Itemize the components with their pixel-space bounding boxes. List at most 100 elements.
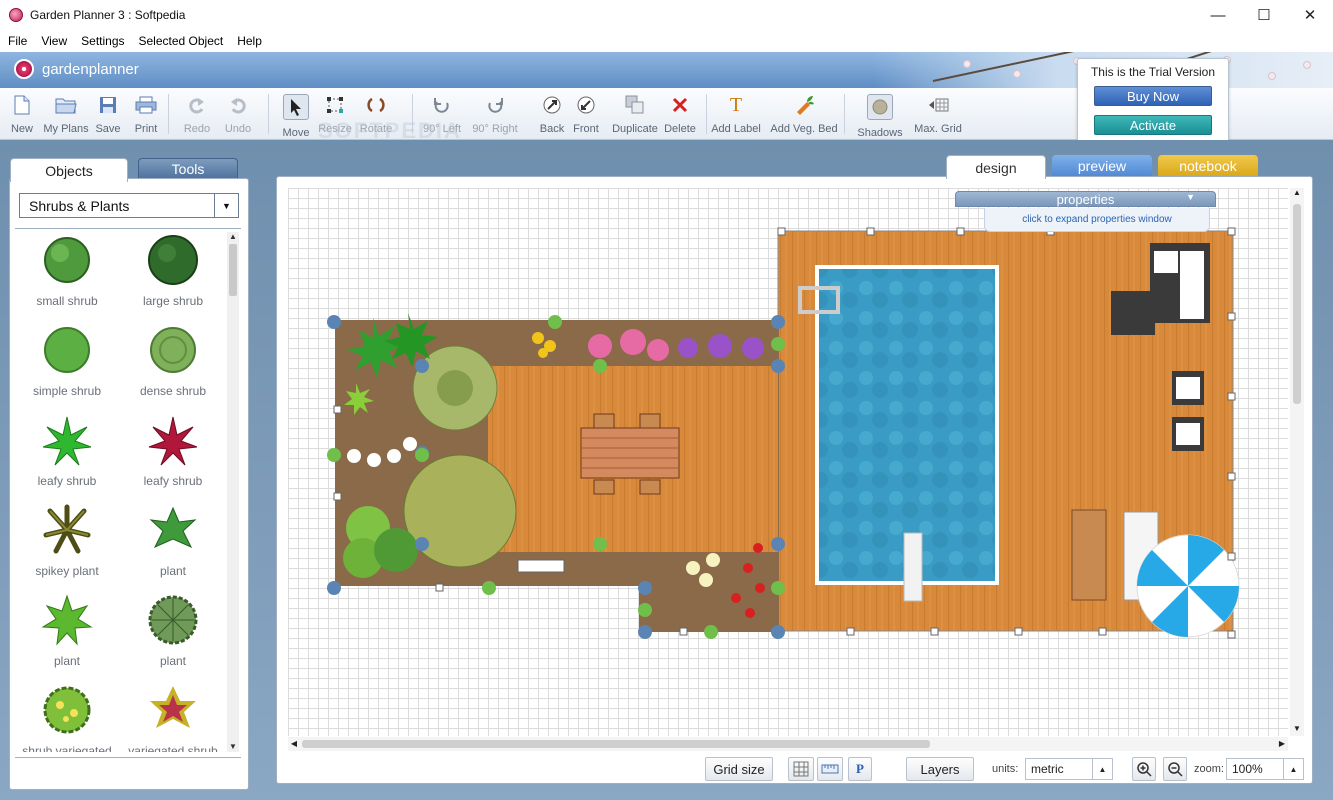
ruler-icon [821,764,839,774]
tab-objects[interactable]: Objects [10,158,128,182]
object-leafy-shrub-green[interactable]: leafy shrub [15,408,119,498]
objects-scrollbar[interactable]: ▲ ▼ [227,232,239,752]
expand-chevron-icon[interactable]: ▼ [1186,192,1195,202]
maximize-button[interactable]: ☐ [1241,0,1287,30]
plant-leaf-icon [37,592,97,648]
menu-selected-object[interactable]: Selected Object [139,34,224,48]
units-label: units: [992,763,1019,775]
canvas-horizontal-scrollbar[interactable]: ◀ ▶ [288,737,1288,751]
undo-button[interactable]: Undo [212,94,264,135]
properties-header[interactable]: properties ▼ [955,191,1216,207]
layers-button[interactable]: Layers [906,757,974,781]
chevron-up-icon: ▲ [1092,759,1112,779]
delete-button[interactable]: Delete [654,94,706,135]
category-dropdown[interactable]: Shrubs & Plants ▼ [19,193,239,218]
text-label-icon: T [729,93,743,116]
printer-icon [135,94,157,116]
units-select[interactable]: metric ▲ [1025,758,1113,780]
zoom-label: zoom: [1194,763,1224,775]
menu-help[interactable]: Help [237,34,262,48]
ruler-toggle-button[interactable] [817,757,843,781]
scroll-right-icon[interactable]: ▶ [1276,737,1288,751]
object-plant-dark[interactable]: plant [121,588,225,678]
scroll-up-icon[interactable]: ▲ [1290,188,1304,200]
dense-shrub-icon [143,322,203,378]
menu-file[interactable]: File [8,34,27,48]
rotate-left-icon [431,94,453,116]
object-shrub-variegated[interactable]: shrub variegated [15,678,119,752]
scroll-thumb[interactable] [229,244,237,296]
minimize-button[interactable]: — [1195,0,1241,30]
grid-toggle-button[interactable] [788,757,814,781]
zoom-value: 100% [1232,762,1263,776]
close-button[interactable]: ✕ [1287,0,1333,30]
object-plant-star[interactable]: plant [121,498,225,588]
app-icon [9,8,23,22]
canvas-vertical-scrollbar[interactable]: ▲ ▼ [1290,188,1304,736]
activate-button[interactable]: Activate [1094,115,1212,135]
units-value: metric [1031,762,1064,776]
large-shrub-icon [143,232,203,288]
rotate-icon [365,94,387,116]
grid-icon [793,761,809,777]
shadow-sphere-icon [867,94,893,120]
max-grid-button[interactable]: Max. Grid [912,94,964,135]
object-leafy-shrub-red[interactable]: leafy shrub [121,408,225,498]
simple-shrub-icon [37,322,97,378]
add-label-button[interactable]: T Add Label [710,93,762,136]
zoom-select[interactable]: 100% ▲ [1226,758,1304,780]
plant-star-icon [143,502,203,558]
logo-text: gardenplanner [42,60,139,78]
object-dense-shrub[interactable]: dense shrub [121,318,225,408]
properties-hint[interactable]: click to expand properties window [984,208,1210,232]
object-simple-shrub[interactable]: simple shrub [15,318,119,408]
bring-front-button[interactable]: Front [560,94,612,135]
variegated-shrub-icon [143,682,203,738]
leafy-shrub-red-icon [143,412,203,468]
save-disk-icon [97,94,119,116]
object-large-shrub[interactable]: large shrub [121,228,225,318]
object-plant-leaf[interactable]: plant [15,588,119,678]
plan-p-button[interactable]: P [848,757,872,781]
tab-notebook[interactable]: notebook [1158,155,1258,177]
category-selected: Shrubs & Plants [29,197,130,214]
shadows-button[interactable]: Shadows [854,94,906,139]
object-variegated-shrub[interactable]: variegated shrub [121,678,225,752]
menu-settings[interactable]: Settings [81,34,124,48]
zoom-out-icon [1168,762,1183,777]
small-shrub-icon [37,232,97,288]
new-file-icon [11,94,33,116]
scroll-thumb[interactable] [1293,204,1301,404]
zoom-out-button[interactable] [1163,757,1187,781]
rotate-right-button[interactable]: 90° Right [469,94,521,135]
zoom-in-button[interactable] [1132,757,1156,781]
flower-logo-icon [14,59,34,79]
logo: gardenplanner [14,59,139,79]
grid-size-button[interactable]: Grid size [705,757,773,781]
scroll-thumb[interactable] [302,740,930,748]
object-small-shrub[interactable]: small shrub [15,228,119,318]
title-bar: Garden Planner 3 : Softpedia — ☐ ✕ [0,0,1333,30]
scroll-down-icon[interactable]: ▼ [1290,724,1304,736]
window-title: Garden Planner 3 : Softpedia [30,8,186,22]
tab-tools[interactable]: Tools [138,158,238,180]
delete-x-icon [669,94,691,116]
folder-icon [55,94,77,116]
print-button[interactable]: Print [120,94,172,135]
buy-now-button[interactable]: Buy Now [1094,86,1212,106]
chevron-down-icon: ▼ [214,194,238,217]
objects-list: small shrub large shrub simple shrub den… [15,228,225,752]
scroll-up-icon[interactable]: ▲ [227,232,239,242]
scroll-left-icon[interactable]: ◀ [288,737,300,751]
plant-dark-icon [143,592,203,648]
cursor-arrow-icon [283,94,309,120]
resize-icon [324,94,346,116]
scroll-down-icon[interactable]: ▼ [227,742,239,752]
menu-view[interactable]: View [41,34,67,48]
tab-preview[interactable]: preview [1052,155,1152,177]
add-veg-bed-button[interactable]: Add Veg. Bed [770,94,838,135]
tab-design[interactable]: design [946,155,1046,179]
object-spikey-plant[interactable]: spikey plant [15,498,119,588]
undo-icon [227,94,249,116]
garden-canvas[interactable] [288,188,1288,736]
